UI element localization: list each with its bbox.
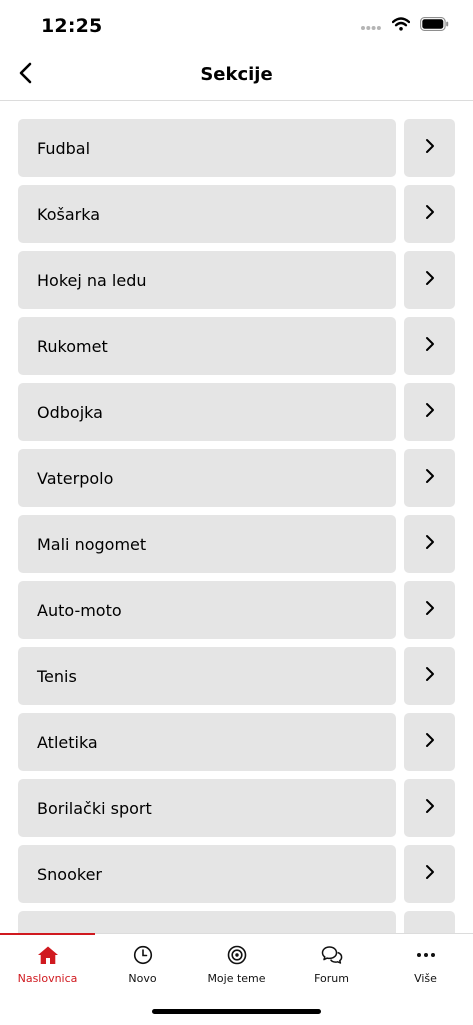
section-label: Snooker — [37, 864, 102, 884]
chevron-right-icon — [425, 204, 435, 224]
sections-list[interactable]: Fudbal Košarka Hokej na ledu Rukomet Odb… — [0, 101, 473, 933]
section-row: Atletika — [0, 713, 473, 771]
section-chevron-button[interactable] — [404, 383, 455, 441]
section-label: Borilački sport — [37, 798, 152, 818]
section-button[interactable]: Hokej na ledu — [18, 251, 396, 309]
section-label: Odbojka — [37, 402, 103, 422]
tab-novo[interactable]: Novo — [95, 934, 190, 990]
tab-label: Forum — [314, 972, 349, 985]
section-row: Fudbal — [0, 119, 473, 177]
section-row: Rukomet — [0, 317, 473, 375]
section-label: Tenis — [37, 666, 77, 686]
section-chevron-button[interactable] — [404, 581, 455, 639]
section-label: Auto-moto — [37, 600, 122, 620]
section-label: Vaterpolo — [37, 468, 114, 488]
home-icon — [37, 944, 59, 966]
section-row: Borilački sport — [0, 779, 473, 837]
section-button[interactable]: Fudbal — [18, 119, 396, 177]
tab-naslovnica[interactable]: Naslovnica — [0, 934, 95, 990]
section-row — [0, 911, 473, 933]
section-button[interactable]: Auto-moto — [18, 581, 396, 639]
section-chevron-button[interactable] — [404, 647, 455, 705]
section-label: Hokej na ledu — [37, 270, 147, 290]
section-row: Tenis — [0, 647, 473, 705]
section-row: Auto-moto — [0, 581, 473, 639]
tab-label: Naslovnica — [17, 972, 78, 985]
status-time: 12:25 — [41, 15, 103, 37]
section-chevron-button[interactable] — [404, 119, 455, 177]
section-button[interactable]: Tenis — [18, 647, 396, 705]
section-chevron-button[interactable] — [404, 779, 455, 837]
section-button[interactable]: Košarka — [18, 185, 396, 243]
tab-vise[interactable]: Više — [378, 934, 473, 990]
chevron-right-icon — [425, 402, 435, 422]
chevron-right-icon — [425, 600, 435, 620]
chevron-right-icon — [425, 270, 435, 290]
section-row: Mali nogomet — [0, 515, 473, 573]
section-row: Košarka — [0, 185, 473, 243]
chevron-right-icon — [425, 864, 435, 884]
clock-icon — [133, 944, 153, 966]
section-button[interactable]: Mali nogomet — [18, 515, 396, 573]
section-chevron-button[interactable] — [404, 515, 455, 573]
section-button[interactable]: Borilački sport — [18, 779, 396, 837]
section-button[interactable] — [18, 911, 396, 933]
battery-icon — [420, 16, 449, 35]
section-chevron-button[interactable] — [404, 449, 455, 507]
chevron-right-icon — [425, 336, 435, 356]
section-label: Rukomet — [37, 336, 108, 356]
section-label: Atletika — [37, 732, 98, 752]
section-row: Vaterpolo — [0, 449, 473, 507]
section-button[interactable]: Snooker — [18, 845, 396, 903]
chevron-right-icon — [425, 666, 435, 686]
tab-label: Novo — [128, 972, 157, 985]
chat-bubbles-icon — [321, 944, 343, 966]
tab-forum[interactable]: Forum — [284, 934, 379, 990]
more-dots-icon — [416, 944, 436, 966]
tab-label: Moje teme — [207, 972, 266, 985]
tab-label: Više — [414, 972, 437, 985]
chevron-right-icon — [425, 798, 435, 818]
section-chevron-button[interactable] — [404, 713, 455, 771]
section-chevron-button[interactable] — [404, 845, 455, 903]
target-icon — [227, 944, 247, 966]
section-chevron-button[interactable] — [404, 185, 455, 243]
signal-dots-icon — [360, 16, 382, 35]
section-chevron-button[interactable] — [404, 251, 455, 309]
chevron-right-icon — [425, 732, 435, 752]
tab-moje-teme[interactable]: Moje teme — [189, 934, 284, 990]
section-row: Snooker — [0, 845, 473, 903]
section-chevron-button[interactable] — [404, 317, 455, 375]
status-icons — [360, 16, 449, 35]
chevron-right-icon — [425, 138, 435, 158]
section-label: Košarka — [37, 204, 100, 224]
nav-bar: Sekcije — [0, 50, 473, 101]
home-indicator — [152, 1009, 321, 1014]
page-title: Sekcije — [200, 64, 273, 85]
wifi-icon — [391, 16, 411, 35]
section-button[interactable]: Atletika — [18, 713, 396, 771]
section-button[interactable]: Rukomet — [18, 317, 396, 375]
section-label: Mali nogomet — [37, 534, 147, 554]
section-row: Odbojka — [0, 383, 473, 441]
status-bar: 12:25 — [0, 0, 473, 50]
section-button[interactable]: Odbojka — [18, 383, 396, 441]
section-chevron-button[interactable] — [404, 911, 455, 933]
chevron-right-icon — [425, 534, 435, 554]
chevron-right-icon — [425, 468, 435, 488]
section-row: Hokej na ledu — [0, 251, 473, 309]
section-button[interactable]: Vaterpolo — [18, 449, 396, 507]
section-label: Fudbal — [37, 138, 91, 158]
